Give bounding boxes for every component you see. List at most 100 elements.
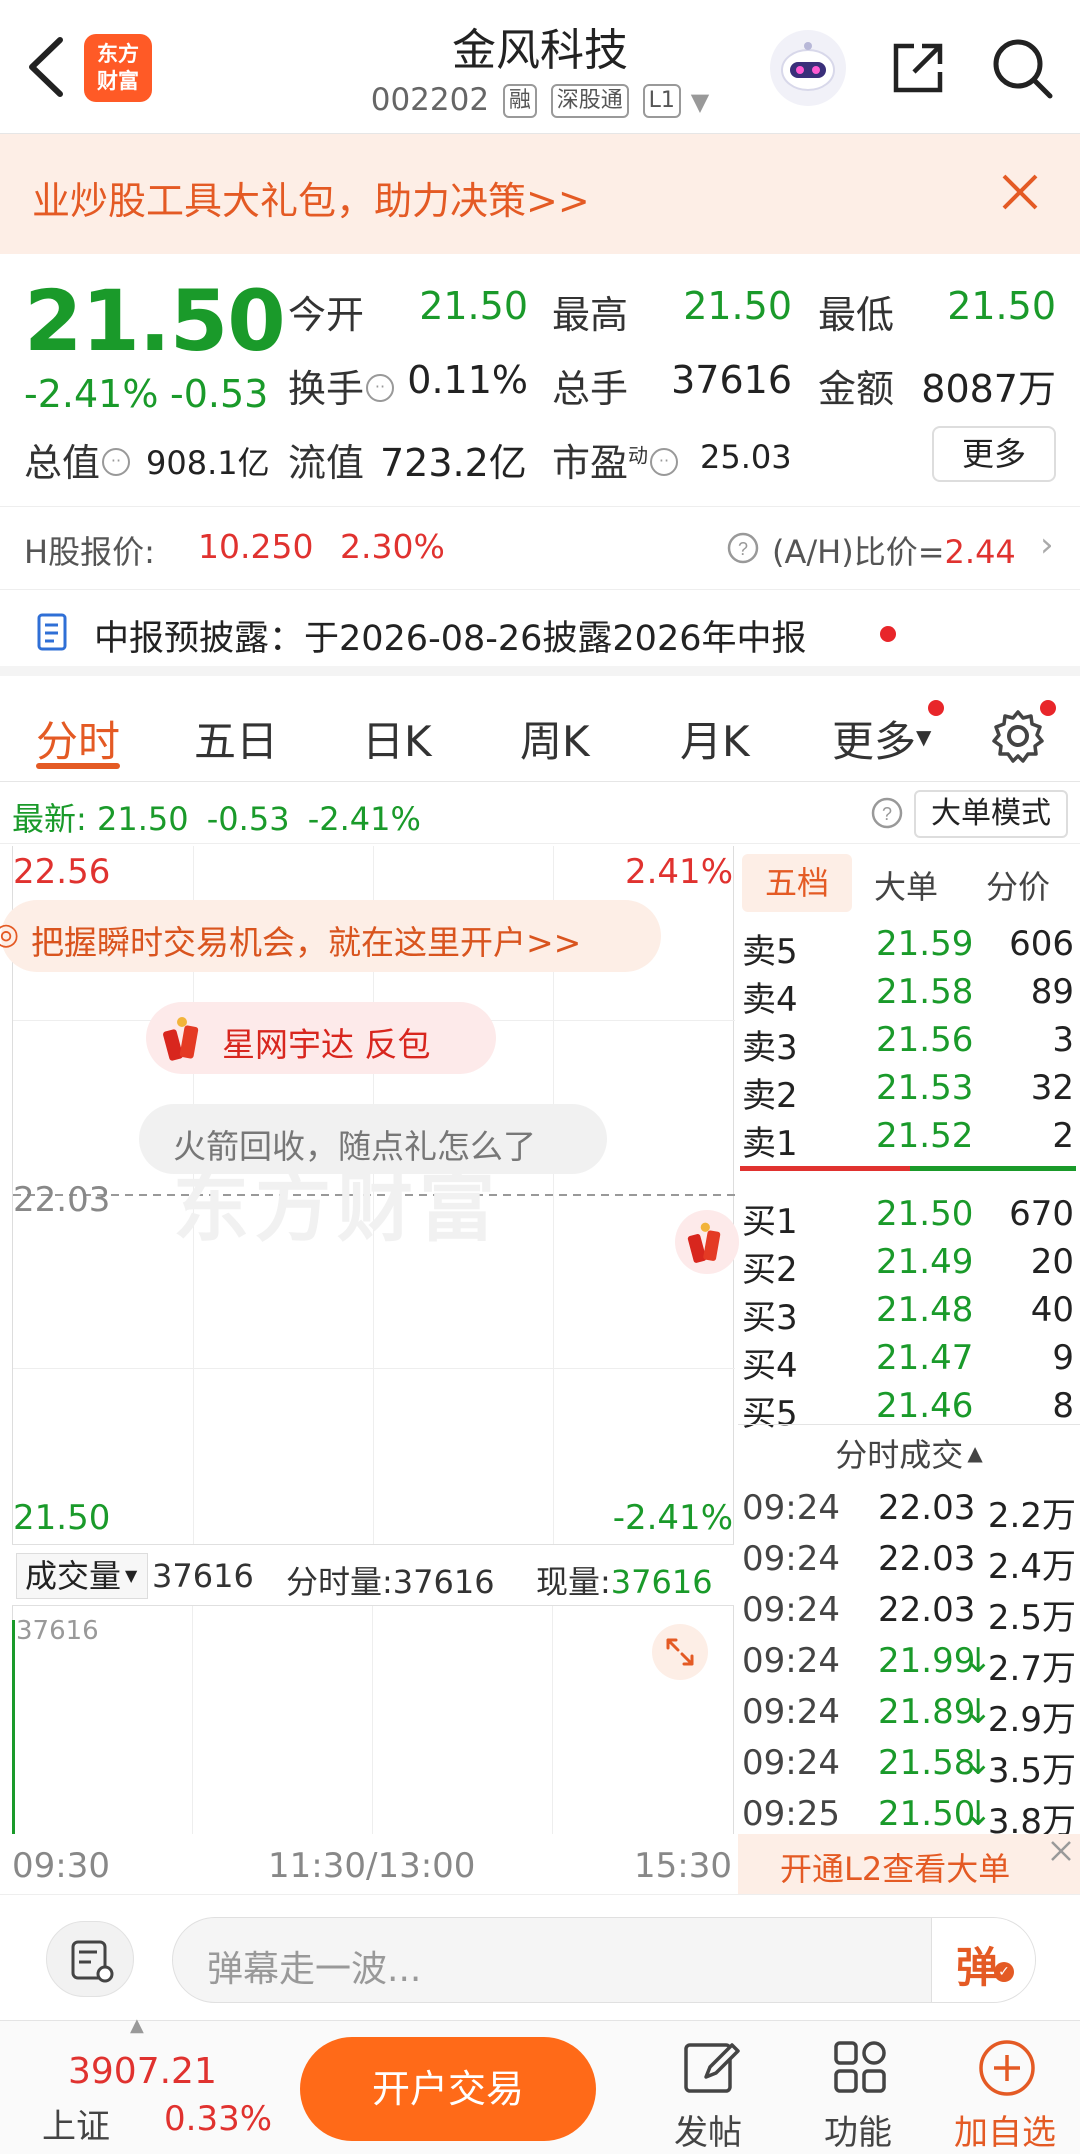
ob-tab-five-level[interactable]: 五档: [742, 854, 852, 912]
pe-value: 25.03: [700, 438, 792, 476]
expand-icon: [666, 1638, 694, 1666]
h-share-row[interactable]: H股报价: 10.250 2.30% ? (A/H)比价=2.44 ›: [0, 506, 1080, 590]
tab-intraday[interactable]: 分时: [36, 708, 120, 769]
ob-tab-big-order[interactable]: 大单: [874, 862, 938, 908]
chart-mid-price: 22.03: [13, 1180, 111, 1220]
ask-row-1[interactable]: 卖1 21.52 2: [738, 1112, 1080, 1164]
high-label: 最高: [552, 293, 629, 337]
danmaku-bar: 弹幕走一波... 弹 ✓: [0, 1894, 1080, 2020]
amount-label: 金额: [818, 367, 895, 411]
danmaku-settings-icon: [71, 1940, 114, 1983]
close-icon[interactable]: [998, 170, 1042, 214]
help-icon[interactable]: ?: [726, 531, 760, 565]
ask-row-5[interactable]: 卖5 21.59 606: [738, 920, 1080, 972]
settings-gear-icon[interactable]: [990, 708, 1046, 764]
chart-top-pct: 2.41%: [624, 852, 733, 892]
trade-row: 09:25 21.50 ↓ 3.8万: [742, 1794, 1076, 1842]
tag-sgt: 深股通: [550, 84, 629, 118]
time-start: 09:30: [12, 1846, 110, 1886]
expand-button[interactable]: [652, 1624, 708, 1680]
open-account-banner[interactable]: ◎ 把握瞬时交易机会，就在这里开户>>: [0, 900, 661, 972]
svg-text:?: ?: [738, 539, 748, 559]
volume-value: 37616: [152, 1557, 254, 1595]
tab-more[interactable]: 更多▼: [832, 708, 931, 769]
pe-label[interactable]: 市盈动 ··: [552, 432, 679, 487]
post-button[interactable]: 发帖: [656, 2031, 766, 2154]
caret-up-icon: ▲: [967, 1441, 983, 1465]
bid-row-2[interactable]: 买2 21.49 20: [738, 1238, 1080, 1290]
function-button[interactable]: 功能: [806, 2031, 916, 2154]
ask-volume-bar: [740, 1166, 910, 1171]
open-account-trade-button[interactable]: 开户交易: [300, 2037, 596, 2141]
bid-volume-bar: [910, 1166, 1076, 1171]
current-price: 21.50: [24, 272, 286, 370]
firecracker-icon: [163, 1017, 199, 1061]
index-ticker[interactable]: 3907.21 上证 0.33%: [18, 2021, 278, 2154]
help-icon[interactable]: ?: [870, 796, 904, 830]
big-order-mode-button[interactable]: 大单模式: [914, 790, 1068, 838]
fs-volume: 分时量:37616: [286, 1563, 495, 1601]
share-icon[interactable]: [888, 38, 948, 98]
turnover-value: 0.11%: [407, 358, 528, 402]
robot-assistant-icon[interactable]: [770, 30, 846, 106]
danmaku-input[interactable]: 弹幕走一波... 弹 ✓: [172, 1917, 1036, 2003]
ob-tab-price-dist[interactable]: 分价: [986, 862, 1050, 908]
high-value: 21.50: [683, 284, 792, 328]
low-label: 最低: [818, 293, 895, 337]
tab-five-day[interactable]: 五日: [194, 708, 278, 769]
tab-monthly-k[interactable]: 月K: [680, 708, 750, 769]
tag-level: L1: [642, 84, 681, 118]
bid-row-4[interactable]: 买4 21.47 9: [738, 1334, 1080, 1386]
latest-summary: 最新: 21.50 -0.53 -2.41%: [12, 800, 421, 838]
time-end: 15:30: [634, 1846, 732, 1886]
close-icon[interactable]: [1046, 1836, 1076, 1866]
volume-chart[interactable]: 37616: [12, 1606, 734, 1834]
add-circle-icon: [979, 2040, 1035, 2096]
time-mid: 11:30/13:00: [268, 1846, 476, 1886]
volume-indicator-selector[interactable]: 成交量 ▼: [16, 1553, 148, 1599]
more-button[interactable]: 更多: [932, 426, 1056, 482]
change-percent: -2.41%: [24, 372, 159, 416]
ask-row-2[interactable]: 卖2 21.53 32: [738, 1064, 1080, 1116]
tab-weekly-k[interactable]: 周K: [520, 708, 590, 769]
tab-daily-k[interactable]: 日K: [362, 708, 432, 769]
latest-row: 最新: 21.50 -0.53 -2.41% ? 大单模式: [0, 782, 1080, 844]
order-book: 五档 大单 分价 卖5 21.59 606 卖4 21.58 89 卖3 21.…: [738, 846, 1080, 1894]
redpack-chip[interactable]: 星网宇达 反包: [146, 1002, 496, 1074]
volume-axis-max: 37616: [16, 1616, 99, 1646]
l2-promo[interactable]: 开通L2查看大单: [738, 1834, 1080, 1894]
firecracker-icon: [687, 1222, 721, 1263]
promo-banner[interactable]: 业炒股工具大礼包，助力决策>>: [0, 134, 1080, 254]
low-value: 21.50: [947, 284, 1056, 328]
bid-row-5[interactable]: 买5 21.46 8: [738, 1382, 1080, 1434]
h-share-label: H股报价:: [24, 533, 155, 571]
floating-redpack-button[interactable]: [675, 1210, 739, 1274]
stock-code: 002202: [370, 82, 490, 118]
intraday-chart[interactable]: 东方财富 22.56 2.41% 22.03 21.50 -2.41% ◎ 把握…: [0, 846, 739, 1544]
mktcap-label[interactable]: 总值 ··: [24, 432, 131, 487]
search-icon[interactable]: [990, 36, 1054, 100]
bid-row-1[interactable]: 买1 21.50 670: [738, 1190, 1080, 1242]
danmaku-send-button[interactable]: 弹 ✓: [931, 1918, 1035, 2002]
mktcap-value: 908.1亿: [146, 444, 270, 482]
dropdown-triangle-icon: ▼: [916, 725, 932, 749]
add-watchlist-button[interactable]: 加自选: [944, 2031, 1074, 2154]
ask-row-4[interactable]: 卖4 21.58 89: [738, 968, 1080, 1020]
info-icon: ··: [650, 448, 679, 476]
bid-row-3[interactable]: 买3 21.48 40: [738, 1286, 1080, 1338]
turnover-label[interactable]: 换手 ··: [288, 358, 395, 413]
rocket-tip[interactable]: 火箭回收，随点礼怎么了: [139, 1104, 607, 1174]
chart-top-price: 22.56: [13, 852, 111, 892]
check-icon: ✓: [994, 1962, 1014, 1982]
grid-apps-icon: [834, 2041, 886, 2093]
trades-title[interactable]: 分时成交 ▲: [738, 1430, 1080, 1476]
h-share-price: 10.250: [198, 527, 314, 566]
info-icon: ··: [366, 374, 395, 402]
trade-row: 09:24 22.03 2.5万: [742, 1590, 1076, 1638]
more-red-dot: [928, 700, 944, 716]
report-row[interactable]: 中报预披露：于2026-08-26披露2026年中报: [0, 592, 1080, 676]
danmaku-settings-button[interactable]: [46, 1921, 134, 1997]
float-value: 723.2亿: [380, 441, 527, 485]
ask-row-3[interactable]: 卖3 21.56 3: [738, 1016, 1080, 1068]
header: 东方 财富 金风科技 002202 融 深股通 L1 ▼: [0, 0, 1080, 134]
